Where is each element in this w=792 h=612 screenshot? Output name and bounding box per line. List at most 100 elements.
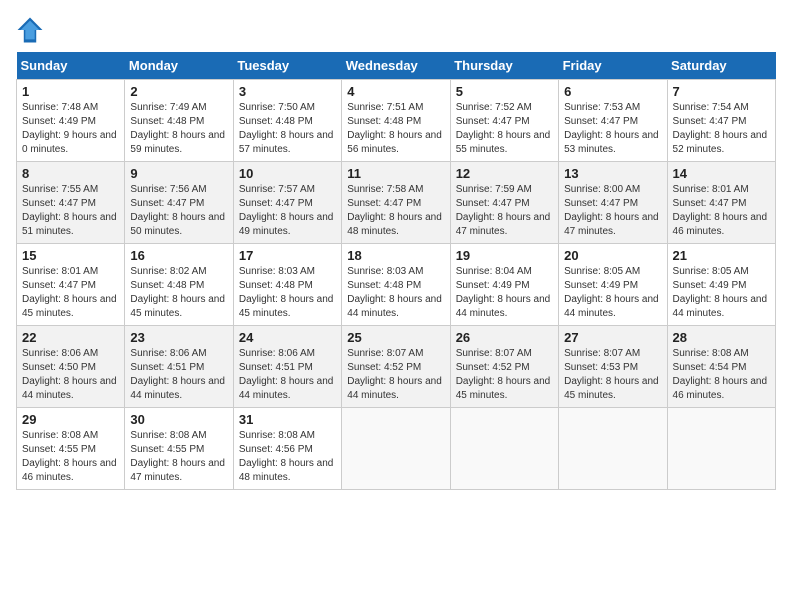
calendar-cell: 28 Sunrise: 8:08 AMSunset: 4:54 PMDaylig… (667, 326, 775, 408)
day-number: 22 (22, 330, 119, 345)
calendar-cell: 13 Sunrise: 8:00 AMSunset: 4:47 PMDaylig… (559, 162, 667, 244)
calendar-cell: 15 Sunrise: 8:01 AMSunset: 4:47 PMDaylig… (17, 244, 125, 326)
day-number: 6 (564, 84, 661, 99)
calendar-cell: 12 Sunrise: 7:59 AMSunset: 4:47 PMDaylig… (450, 162, 558, 244)
day-number: 19 (456, 248, 553, 263)
day-number: 2 (130, 84, 227, 99)
calendar-cell: 30 Sunrise: 8:08 AMSunset: 4:55 PMDaylig… (125, 408, 233, 490)
day-info: Sunrise: 8:02 AMSunset: 4:48 PMDaylight:… (130, 265, 227, 321)
day-info: Sunrise: 8:08 AMSunset: 4:55 PMDaylight:… (22, 429, 119, 485)
weekday-header-friday: Friday (559, 52, 667, 80)
day-info: Sunrise: 8:03 AMSunset: 4:48 PMDaylight:… (239, 265, 336, 321)
calendar-cell: 8 Sunrise: 7:55 AMSunset: 4:47 PMDayligh… (17, 162, 125, 244)
calendar-cell: 26 Sunrise: 8:07 AMSunset: 4:52 PMDaylig… (450, 326, 558, 408)
day-number: 18 (347, 248, 444, 263)
day-info: Sunrise: 7:54 AMSunset: 4:47 PMDaylight:… (673, 101, 770, 157)
day-number: 24 (239, 330, 336, 345)
day-info: Sunrise: 7:57 AMSunset: 4:47 PMDaylight:… (239, 183, 336, 239)
day-number: 13 (564, 166, 661, 181)
calendar-cell: 16 Sunrise: 8:02 AMSunset: 4:48 PMDaylig… (125, 244, 233, 326)
day-info: Sunrise: 8:08 AMSunset: 4:56 PMDaylight:… (239, 429, 336, 485)
day-info: Sunrise: 8:08 AMSunset: 4:54 PMDaylight:… (673, 347, 770, 403)
day-info: Sunrise: 8:06 AMSunset: 4:50 PMDaylight:… (22, 347, 119, 403)
day-number: 17 (239, 248, 336, 263)
day-number: 10 (239, 166, 336, 181)
calendar-cell: 5 Sunrise: 7:52 AMSunset: 4:47 PMDayligh… (450, 80, 558, 162)
calendar-cell (667, 408, 775, 490)
calendar-cell (450, 408, 558, 490)
day-number: 5 (456, 84, 553, 99)
calendar-cell (342, 408, 450, 490)
day-info: Sunrise: 8:07 AMSunset: 4:52 PMDaylight:… (347, 347, 444, 403)
calendar-cell: 7 Sunrise: 7:54 AMSunset: 4:47 PMDayligh… (667, 80, 775, 162)
day-info: Sunrise: 8:03 AMSunset: 4:48 PMDaylight:… (347, 265, 444, 321)
calendar-cell: 10 Sunrise: 7:57 AMSunset: 4:47 PMDaylig… (233, 162, 341, 244)
day-info: Sunrise: 8:05 AMSunset: 4:49 PMDaylight:… (564, 265, 661, 321)
calendar-cell: 18 Sunrise: 8:03 AMSunset: 4:48 PMDaylig… (342, 244, 450, 326)
calendar-cell: 2 Sunrise: 7:49 AMSunset: 4:48 PMDayligh… (125, 80, 233, 162)
day-info: Sunrise: 7:50 AMSunset: 4:48 PMDaylight:… (239, 101, 336, 157)
calendar-cell: 27 Sunrise: 8:07 AMSunset: 4:53 PMDaylig… (559, 326, 667, 408)
day-info: Sunrise: 7:48 AMSunset: 4:49 PMDaylight:… (22, 101, 119, 157)
day-number: 20 (564, 248, 661, 263)
calendar-cell (559, 408, 667, 490)
day-info: Sunrise: 8:06 AMSunset: 4:51 PMDaylight:… (239, 347, 336, 403)
day-info: Sunrise: 7:53 AMSunset: 4:47 PMDaylight:… (564, 101, 661, 157)
day-number: 23 (130, 330, 227, 345)
day-number: 1 (22, 84, 119, 99)
calendar-cell: 4 Sunrise: 7:51 AMSunset: 4:48 PMDayligh… (342, 80, 450, 162)
day-info: Sunrise: 7:52 AMSunset: 4:47 PMDaylight:… (456, 101, 553, 157)
day-info: Sunrise: 8:00 AMSunset: 4:47 PMDaylight:… (564, 183, 661, 239)
weekday-header-sunday: Sunday (17, 52, 125, 80)
calendar-cell: 23 Sunrise: 8:06 AMSunset: 4:51 PMDaylig… (125, 326, 233, 408)
calendar-cell: 25 Sunrise: 8:07 AMSunset: 4:52 PMDaylig… (342, 326, 450, 408)
calendar-cell: 31 Sunrise: 8:08 AMSunset: 4:56 PMDaylig… (233, 408, 341, 490)
calendar-cell: 20 Sunrise: 8:05 AMSunset: 4:49 PMDaylig… (559, 244, 667, 326)
page-header (16, 16, 776, 44)
calendar-cell: 24 Sunrise: 8:06 AMSunset: 4:51 PMDaylig… (233, 326, 341, 408)
day-number: 9 (130, 166, 227, 181)
calendar-cell: 1 Sunrise: 7:48 AMSunset: 4:49 PMDayligh… (17, 80, 125, 162)
day-info: Sunrise: 7:58 AMSunset: 4:47 PMDaylight:… (347, 183, 444, 239)
calendar-table: SundayMondayTuesdayWednesdayThursdayFrid… (16, 52, 776, 490)
calendar-cell: 17 Sunrise: 8:03 AMSunset: 4:48 PMDaylig… (233, 244, 341, 326)
day-info: Sunrise: 8:05 AMSunset: 4:49 PMDaylight:… (673, 265, 770, 321)
weekday-header-thursday: Thursday (450, 52, 558, 80)
day-info: Sunrise: 7:51 AMSunset: 4:48 PMDaylight:… (347, 101, 444, 157)
day-info: Sunrise: 7:55 AMSunset: 4:47 PMDaylight:… (22, 183, 119, 239)
calendar-cell: 22 Sunrise: 8:06 AMSunset: 4:50 PMDaylig… (17, 326, 125, 408)
day-number: 3 (239, 84, 336, 99)
calendar-cell: 21 Sunrise: 8:05 AMSunset: 4:49 PMDaylig… (667, 244, 775, 326)
day-info: Sunrise: 8:04 AMSunset: 4:49 PMDaylight:… (456, 265, 553, 321)
day-number: 30 (130, 412, 227, 427)
day-number: 28 (673, 330, 770, 345)
day-info: Sunrise: 8:01 AMSunset: 4:47 PMDaylight:… (22, 265, 119, 321)
day-number: 8 (22, 166, 119, 181)
day-number: 29 (22, 412, 119, 427)
day-number: 16 (130, 248, 227, 263)
calendar-cell: 29 Sunrise: 8:08 AMSunset: 4:55 PMDaylig… (17, 408, 125, 490)
calendar-cell: 9 Sunrise: 7:56 AMSunset: 4:47 PMDayligh… (125, 162, 233, 244)
day-number: 11 (347, 166, 444, 181)
logo (16, 16, 48, 44)
day-info: Sunrise: 8:07 AMSunset: 4:52 PMDaylight:… (456, 347, 553, 403)
day-info: Sunrise: 8:01 AMSunset: 4:47 PMDaylight:… (673, 183, 770, 239)
day-number: 12 (456, 166, 553, 181)
day-info: Sunrise: 7:49 AMSunset: 4:48 PMDaylight:… (130, 101, 227, 157)
day-number: 21 (673, 248, 770, 263)
logo-icon (16, 16, 44, 44)
day-number: 27 (564, 330, 661, 345)
day-number: 25 (347, 330, 444, 345)
weekday-header-wednesday: Wednesday (342, 52, 450, 80)
day-number: 15 (22, 248, 119, 263)
day-number: 31 (239, 412, 336, 427)
day-info: Sunrise: 8:08 AMSunset: 4:55 PMDaylight:… (130, 429, 227, 485)
calendar-cell: 11 Sunrise: 7:58 AMSunset: 4:47 PMDaylig… (342, 162, 450, 244)
calendar-cell: 19 Sunrise: 8:04 AMSunset: 4:49 PMDaylig… (450, 244, 558, 326)
day-number: 14 (673, 166, 770, 181)
day-info: Sunrise: 7:59 AMSunset: 4:47 PMDaylight:… (456, 183, 553, 239)
calendar-cell: 3 Sunrise: 7:50 AMSunset: 4:48 PMDayligh… (233, 80, 341, 162)
weekday-header-tuesday: Tuesday (233, 52, 341, 80)
calendar-cell: 6 Sunrise: 7:53 AMSunset: 4:47 PMDayligh… (559, 80, 667, 162)
day-number: 26 (456, 330, 553, 345)
